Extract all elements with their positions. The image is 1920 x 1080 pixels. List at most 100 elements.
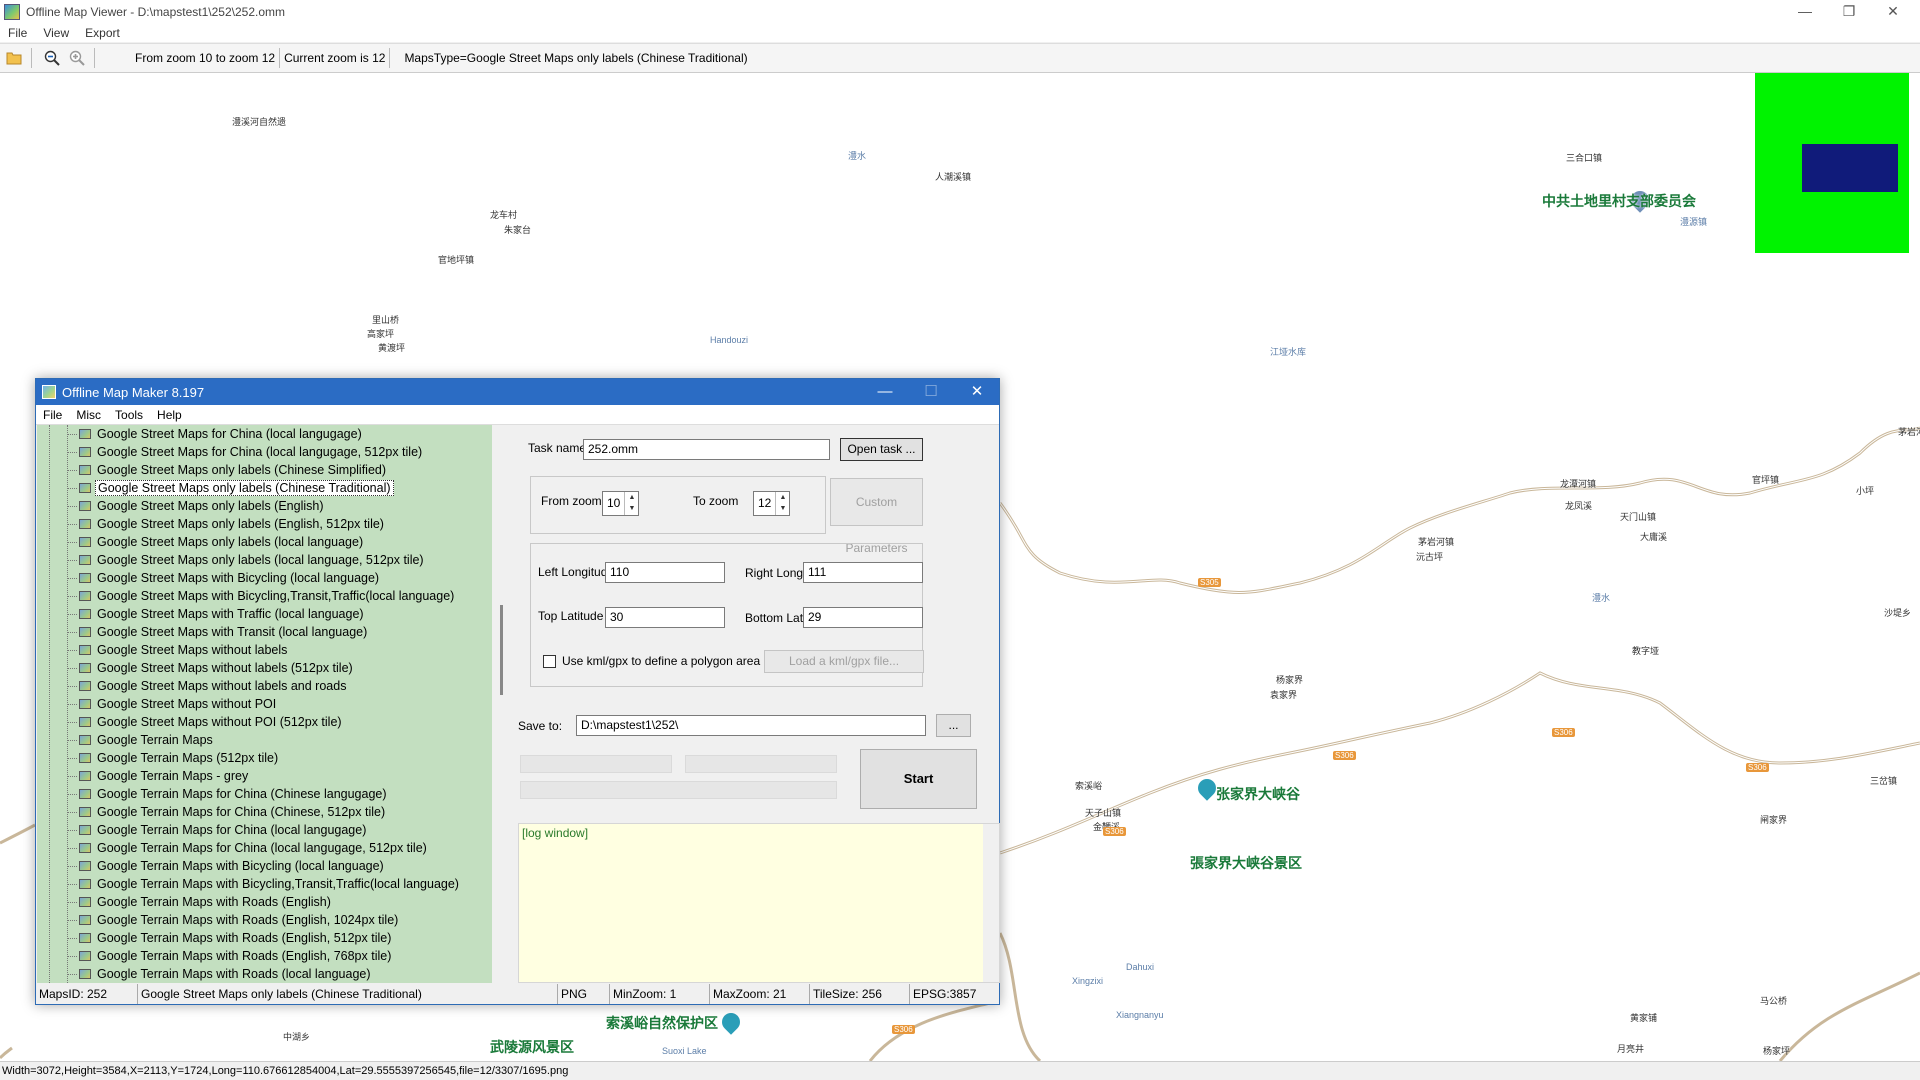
log-scrollbar[interactable]: [983, 824, 999, 982]
tree-item[interactable]: Google Street Maps with Bicycling,Transi…: [67, 587, 456, 605]
dialog-menu-tools[interactable]: Tools: [108, 408, 150, 422]
progress-bar: [520, 781, 837, 799]
right-longitude-input[interactable]: 111: [803, 562, 923, 583]
status-maps-name: Google Street Maps only labels (Chinese …: [138, 984, 558, 1004]
tree-item-label: Google Street Maps for China (local lang…: [97, 445, 423, 459]
tree-item[interactable]: Google Street Maps with Traffic (local l…: [67, 605, 366, 623]
map-type-icon: [79, 465, 91, 475]
tree-item[interactable]: Google Street Maps without labels and ro…: [67, 677, 348, 695]
tree-item[interactable]: Google Street Maps only labels (local la…: [67, 551, 426, 569]
tree-item[interactable]: Google Terrain Maps - grey: [67, 767, 250, 785]
map-place-label: 澧源镇: [1680, 217, 1708, 227]
tree-item[interactable]: Google Street Maps without POI (512px ti…: [67, 713, 344, 731]
map-place-label: 袁家界: [1270, 690, 1298, 700]
menu-view[interactable]: View: [35, 26, 77, 40]
tree-item-label: Google Street Maps only labels (local la…: [97, 535, 364, 549]
tree-item[interactable]: Google Street Maps for China (local lang…: [67, 425, 364, 443]
app-icon: [4, 4, 20, 20]
maps-type-tree[interactable]: Google Street Maps for China (local lang…: [37, 425, 492, 983]
tree-connector: [67, 523, 77, 525]
tree-connector: [67, 685, 77, 687]
tree-scrollbar-thumb[interactable]: [500, 605, 503, 695]
tree-connector: [67, 433, 77, 435]
tree-item[interactable]: Google Terrain Maps with Roads (English,…: [67, 947, 393, 965]
close-button[interactable]: ✕: [1870, 0, 1916, 24]
tree-guide-line: [49, 425, 50, 983]
map-type-icon: [79, 951, 91, 961]
dialog-close-button[interactable]: ✕: [954, 379, 1000, 405]
map-place-label: Xiangnanyu: [1116, 1010, 1164, 1020]
tree-item[interactable]: Google Terrain Maps (512px tile): [67, 749, 280, 767]
tree-item[interactable]: Google Street Maps only labels (English,…: [67, 515, 386, 533]
menu-file[interactable]: File: [0, 26, 35, 40]
map-place-label: Dahuxi: [1126, 962, 1155, 972]
tree-connector: [67, 775, 77, 777]
dialog-minimize-button[interactable]: —: [862, 379, 908, 405]
map-type-icon: [79, 501, 91, 511]
tree-item[interactable]: Google Terrain Maps for China (local lan…: [67, 839, 429, 857]
minimap[interactable]: [1755, 73, 1909, 253]
zoom-out-button[interactable]: [41, 47, 63, 69]
tree-item[interactable]: Google Terrain Maps with Roads (English,…: [67, 911, 400, 929]
use-kml-checkbox[interactable]: [543, 655, 556, 668]
tree-item[interactable]: Google Street Maps without labels (512px…: [67, 659, 355, 677]
minimap-viewport[interactable]: [1802, 144, 1898, 192]
to-zoom-spin-buttons[interactable]: ▲ ▼: [775, 492, 790, 515]
left-longitude-input[interactable]: 110: [605, 562, 725, 583]
tree-item[interactable]: Google Street Maps only labels (English): [67, 497, 326, 515]
tree-item-label: Google Terrain Maps for China (Chinese l…: [97, 787, 387, 801]
tree-item[interactable]: Google Street Maps only labels (Chinese …: [67, 461, 388, 479]
tree-connector: [67, 901, 77, 903]
left-longitude-label: Left Longitude: [538, 565, 615, 579]
tree-scrollbar[interactable]: [494, 425, 510, 983]
tree-item[interactable]: Google Street Maps for China (local lang…: [67, 443, 424, 461]
map-place-label: 澧水: [848, 151, 867, 161]
from-zoom-spin-buttons[interactable]: ▲ ▼: [624, 492, 639, 515]
dialog-menu-file[interactable]: File: [36, 408, 69, 422]
tree-item-label: Google Terrain Maps with Roads (English,…: [97, 913, 399, 927]
map-place-label: 杨家坪: [1763, 1046, 1791, 1056]
map-place-label: 闸家界: [1760, 815, 1788, 825]
bottom-latitude-input[interactable]: 29: [803, 607, 923, 628]
dialog-menu-misc[interactable]: Misc: [69, 408, 108, 422]
log-window[interactable]: [log window]: [518, 823, 1000, 983]
tree-item-label: Google Terrain Maps with Roads (English,…: [97, 949, 392, 963]
tree-item-label: Google Street Maps only labels (Chinese …: [95, 480, 394, 496]
tree-item[interactable]: Google Street Maps without POI: [67, 695, 278, 713]
tree-item[interactable]: Google Street Maps with Transit (local l…: [67, 623, 369, 641]
tree-item[interactable]: Google Terrain Maps with Bicycling,Trans…: [67, 875, 461, 893]
window-titlebar: Offline Map Viewer - D:\mapstest1\252\25…: [0, 0, 1920, 24]
open-task-button[interactable]: Open task ...: [840, 438, 923, 461]
tree-item[interactable]: Google Terrain Maps for China (Chinese, …: [67, 803, 387, 821]
top-latitude-input[interactable]: 30: [605, 607, 725, 628]
custom-parameters-button[interactable]: Custom Parameters: [830, 478, 923, 555]
map-type-icon: [79, 519, 91, 529]
zoom-in-button[interactable]: [66, 47, 88, 69]
start-button[interactable]: Start: [860, 749, 977, 809]
tree-item[interactable]: Google Terrain Maps with Bicycling (loca…: [67, 857, 386, 875]
dialog-maximize-button[interactable]: ☐: [908, 379, 954, 405]
save-to-input[interactable]: D:\mapstest1\252\: [576, 715, 926, 736]
restore-button[interactable]: ❐: [1826, 0, 1872, 24]
dialog-menu-help[interactable]: Help: [150, 408, 189, 422]
tree-item[interactable]: Google Street Maps only labels (local la…: [67, 533, 365, 551]
tree-item-label: Google Terrain Maps (512px tile): [97, 751, 279, 765]
tree-connector: [67, 793, 77, 795]
tree-item[interactable]: Google Terrain Maps with Roads (English): [67, 893, 333, 911]
open-folder-button[interactable]: [3, 47, 25, 69]
tree-item[interactable]: Google Terrain Maps: [67, 731, 215, 749]
tree-item[interactable]: Google Street Maps only labels (Chinese …: [67, 479, 394, 497]
map-place-label: 马公桥: [1760, 996, 1788, 1006]
browse-folder-button[interactable]: ...: [936, 714, 971, 737]
tree-item-label: Google Street Maps without POI (512px ti…: [97, 715, 342, 729]
tree-item[interactable]: Google Terrain Maps for China (local lan…: [67, 821, 368, 839]
tree-item[interactable]: Google Terrain Maps with Roads (English,…: [67, 929, 393, 947]
tree-item[interactable]: Google Street Maps with Bicycling (local…: [67, 569, 381, 587]
minimize-button[interactable]: —: [1782, 0, 1828, 24]
tree-item[interactable]: Google Terrain Maps with Roads (local la…: [67, 965, 373, 983]
tree-item[interactable]: Google Street Maps without labels: [67, 641, 289, 659]
tree-item[interactable]: Google Terrain Maps for China (Chinese l…: [67, 785, 389, 803]
task-name-input[interactable]: 252.omm: [583, 439, 830, 460]
menu-export[interactable]: Export: [77, 26, 128, 40]
load-kml-button[interactable]: Load a kml/gpx file...: [764, 650, 924, 673]
